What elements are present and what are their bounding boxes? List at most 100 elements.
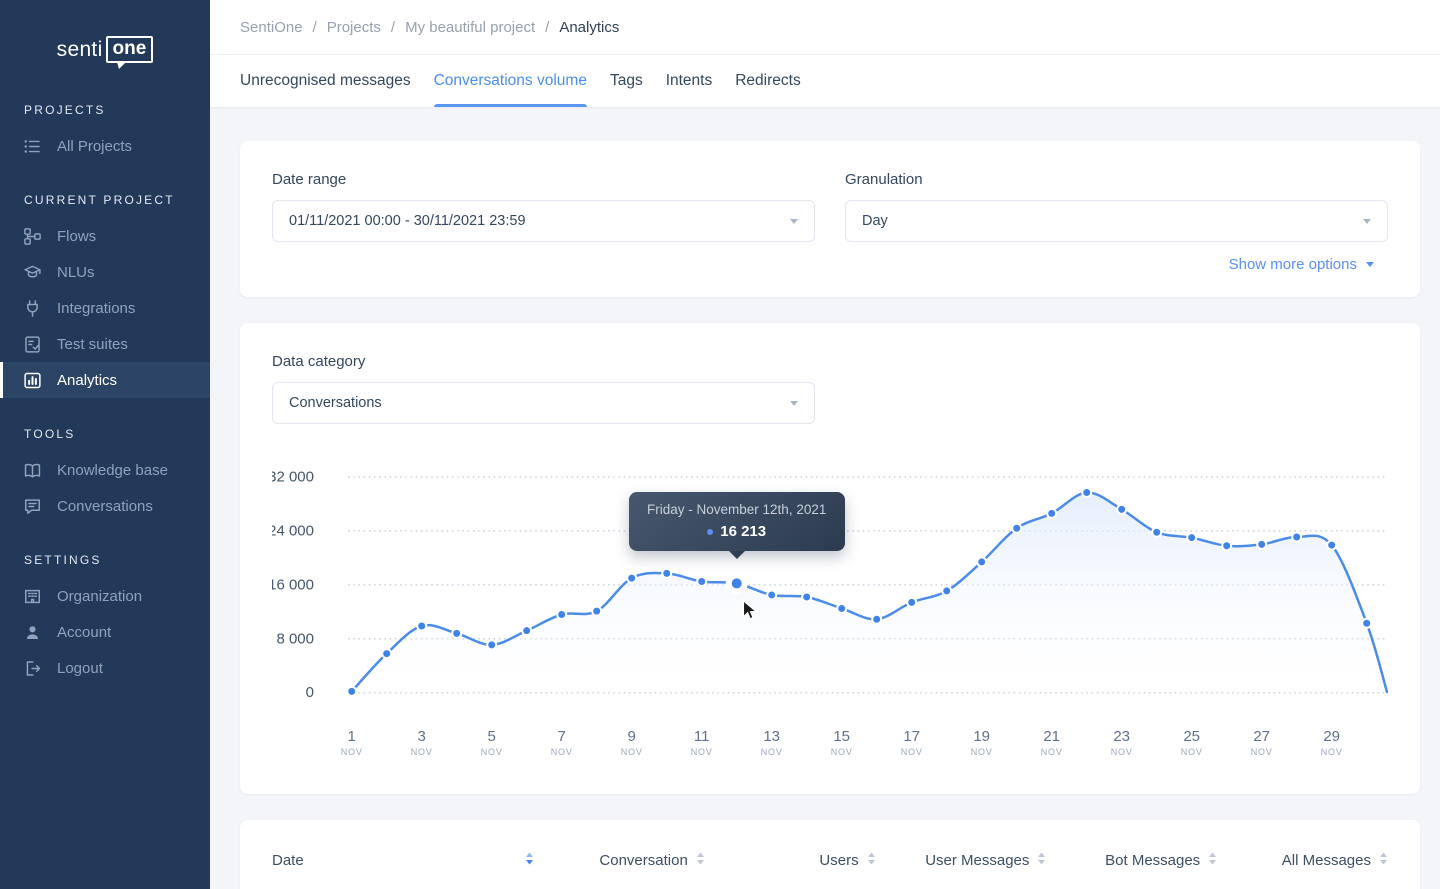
svg-text:NOV: NOV <box>481 747 503 757</box>
flow-icon <box>23 227 42 246</box>
sidebar-section-heading-settings: SETTINGS <box>24 553 210 567</box>
sidebar-item-label: All Projects <box>57 138 132 155</box>
svg-text:24 000: 24 000 <box>272 522 314 539</box>
chart-card: Data category Conversations 08 00016 000… <box>240 323 1420 794</box>
sidebar-item-test-suites[interactable]: Test suites <box>0 326 210 362</box>
tab-tags[interactable]: Tags <box>610 55 643 107</box>
tooltip-value-row: 16 213 <box>629 523 845 540</box>
conversations-volume-chart[interactable]: 08 00016 00024 00032 0001NOV3NOV5NOV7NOV… <box>272 462 1388 762</box>
breadcrumb-item-sentione[interactable]: SentiOne <box>240 19 303 36</box>
granulation-label: Granulation <box>845 171 1388 188</box>
sidebar-item-all-projects[interactable]: All Projects <box>0 128 210 164</box>
sidebar-item-flows[interactable]: Flows <box>0 218 210 254</box>
date-range-label: Date range <box>272 171 815 188</box>
sidebar-item-nlus[interactable]: NLUs <box>0 254 210 290</box>
column-header-date[interactable]: Date <box>272 852 534 869</box>
svg-text:NOV: NOV <box>411 747 433 757</box>
date-range-field: Date range 01/11/2021 00:00 - 30/11/2021… <box>272 171 815 242</box>
column-label: Bot Messages <box>1105 852 1200 869</box>
sort-icon[interactable] <box>1037 852 1046 869</box>
book-icon <box>23 461 42 480</box>
column-header-conversation[interactable]: Conversation <box>534 852 705 869</box>
svg-text:23: 23 <box>1113 728 1130 745</box>
tab-intents[interactable]: Intents <box>666 55 713 107</box>
svg-text:1: 1 <box>348 728 356 745</box>
sort-icon[interactable] <box>696 852 705 869</box>
sidebar-item-integrations[interactable]: Integrations <box>0 290 210 326</box>
logo-speech-bubble: one <box>106 36 154 63</box>
data-category-label: Data category <box>272 353 1388 370</box>
column-header-bot-messages[interactable]: Bot Messages <box>1046 852 1217 869</box>
test-checklist-icon <box>23 335 42 354</box>
sort-icon[interactable] <box>1379 852 1388 869</box>
graduation-cap-icon <box>23 263 42 282</box>
sidebar-item-label: Knowledge base <box>57 462 168 479</box>
show-more-options-link[interactable]: Show more options <box>272 256 1388 273</box>
sort-icon[interactable] <box>1208 852 1217 869</box>
mouse-cursor-icon <box>742 600 757 622</box>
content: Date range 01/11/2021 00:00 - 30/11/2021… <box>210 107 1440 889</box>
chart-tooltip: Friday - November 12th, 2021 16 213 <box>629 492 845 551</box>
svg-text:NOV: NOV <box>551 747 573 757</box>
granulation-select[interactable]: Day <box>845 200 1388 242</box>
breadcrumb-item-analytics: Analytics <box>559 19 619 36</box>
svg-text:25: 25 <box>1183 728 1200 745</box>
svg-text:NOV: NOV <box>831 747 853 757</box>
column-header-user-messages[interactable]: User Messages <box>876 852 1047 869</box>
list-icon <box>23 137 42 156</box>
sentione-logo[interactable]: senti one <box>0 36 210 63</box>
column-header-users[interactable]: Users <box>705 852 876 869</box>
building-icon <box>23 587 42 606</box>
svg-text:19: 19 <box>973 728 990 745</box>
svg-text:NOV: NOV <box>341 747 363 757</box>
tab-redirects[interactable]: Redirects <box>735 55 800 107</box>
sidebar-item-label: Flows <box>57 228 96 245</box>
sidebar-item-conversations[interactable]: Conversations <box>0 488 210 524</box>
column-label: All Messages <box>1282 852 1371 869</box>
sidebar-item-analytics[interactable]: Analytics <box>0 362 210 398</box>
show-more-options-label: Show more options <box>1229 256 1357 273</box>
svg-text:NOV: NOV <box>971 747 993 757</box>
tab-conversations-volume[interactable]: Conversations volume <box>434 55 587 107</box>
sidebar-item-knowledge-base[interactable]: Knowledge base <box>0 452 210 488</box>
svg-text:NOV: NOV <box>1321 747 1343 757</box>
breadcrumb-separator: / <box>313 19 317 36</box>
tooltip-date: Friday - November 12th, 2021 <box>629 502 845 517</box>
chevron-down-icon <box>790 219 798 224</box>
sidebar-section-heading-projects: PROJECTS <box>24 103 210 117</box>
series-dot-icon <box>707 529 713 535</box>
sidebar: senti one PROJECTSAll ProjectsCURRENT PR… <box>0 0 210 889</box>
svg-text:29: 29 <box>1323 728 1340 745</box>
svg-text:16 000: 16 000 <box>272 576 314 593</box>
svg-text:3: 3 <box>418 728 426 745</box>
chat-icon <box>23 497 42 516</box>
logo-bubble-tail <box>117 62 126 69</box>
filters-card: Date range 01/11/2021 00:00 - 30/11/2021… <box>240 141 1420 297</box>
date-range-select[interactable]: 01/11/2021 00:00 - 30/11/2021 23:59 <box>272 200 815 242</box>
sidebar-item-label: Analytics <box>57 372 117 389</box>
svg-text:7: 7 <box>558 728 566 745</box>
sidebar-item-logout[interactable]: Logout <box>0 650 210 686</box>
sidebar-item-organization[interactable]: Organization <box>0 578 210 614</box>
data-category-select[interactable]: Conversations <box>272 382 815 424</box>
sidebar-item-label: Account <box>57 624 111 641</box>
sidebar-item-label: Organization <box>57 588 142 605</box>
tooltip-value: 16 213 <box>720 523 766 540</box>
breadcrumb-bar: SentiOne/Projects/My beautiful project/A… <box>210 0 1440 55</box>
results-table-card: DateConversationUsersUser Messages Bot Me… <box>240 820 1420 889</box>
sidebar-section-heading-tools: TOOLS <box>24 427 210 441</box>
tab-unrecognised-messages[interactable]: Unrecognised messages <box>240 55 411 107</box>
svg-text:NOV: NOV <box>1041 747 1063 757</box>
bar-chart-icon <box>23 371 42 390</box>
sort-icon[interactable] <box>525 852 534 869</box>
breadcrumb-item-my-beautiful-project[interactable]: My beautiful project <box>405 19 535 36</box>
sort-icon[interactable] <box>867 852 876 869</box>
user-icon <box>23 623 42 642</box>
column-header-all-messages[interactable]: All Messages <box>1217 852 1388 869</box>
sidebar-item-account[interactable]: Account <box>0 614 210 650</box>
sidebar-item-label: Test suites <box>57 336 128 353</box>
breadcrumb-item-projects[interactable]: Projects <box>327 19 381 36</box>
chevron-down-icon <box>1363 219 1371 224</box>
svg-text:15: 15 <box>833 728 850 745</box>
svg-text:11: 11 <box>694 728 710 745</box>
